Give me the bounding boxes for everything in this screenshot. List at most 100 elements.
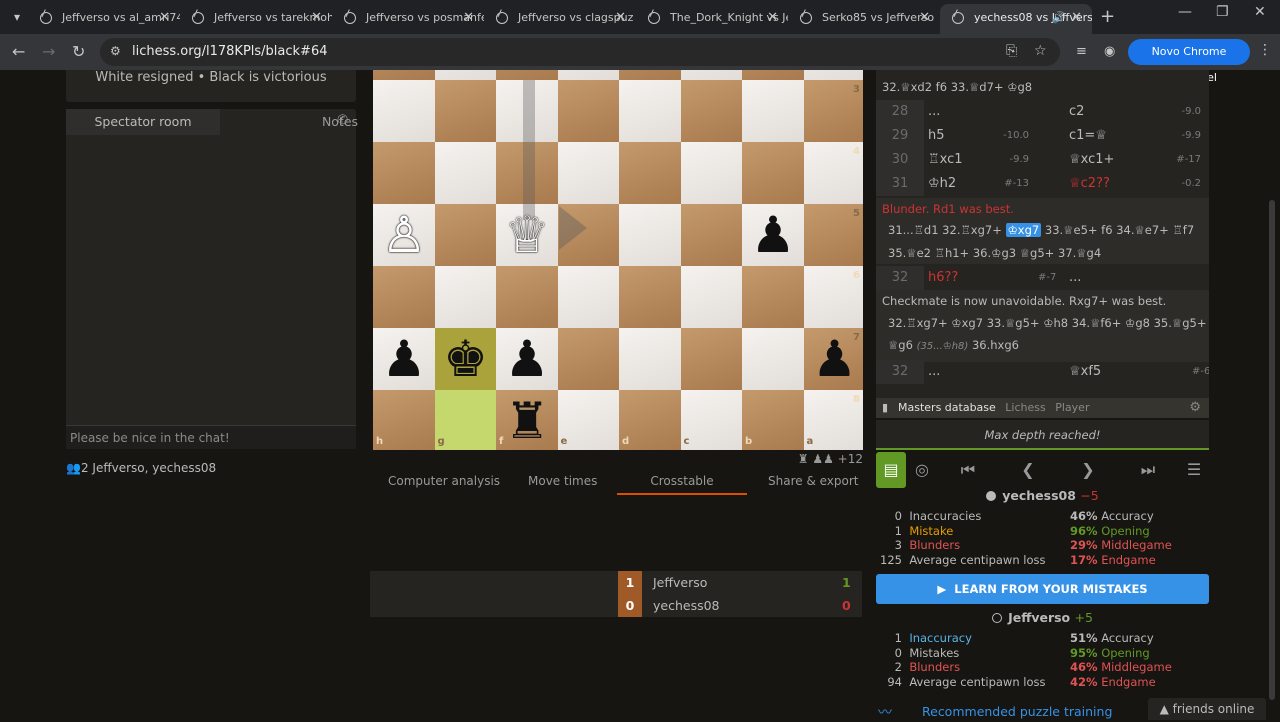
tab-computer-analysis[interactable]: Computer analysis bbox=[388, 474, 500, 488]
new-tab-button[interactable]: + bbox=[1100, 6, 1115, 27]
board-square[interactable] bbox=[557, 142, 620, 204]
board-square[interactable] bbox=[434, 70, 497, 80]
board-square[interactable] bbox=[742, 328, 804, 390]
stat-row[interactable]: 0 Mistakes bbox=[880, 646, 960, 660]
black-pawn-b5[interactable]: ♟ bbox=[742, 204, 804, 266]
stat-row[interactable]: 0 Inaccuracies bbox=[880, 509, 982, 523]
stat-row[interactable]: 1 Mistake bbox=[880, 524, 954, 538]
board-square[interactable] bbox=[742, 70, 804, 80]
tab-share-export[interactable]: Share & export bbox=[768, 474, 859, 488]
close-tab-icon[interactable]: ✕ bbox=[159, 4, 170, 32]
media-control-icon[interactable]: ≡ bbox=[1076, 44, 1087, 59]
scrollbar[interactable] bbox=[1269, 200, 1275, 700]
close-tab-icon[interactable]: ✕ bbox=[919, 4, 930, 32]
variation-line[interactable]: 32.♕xd2 f6 33.♕d7+ ♔g8 bbox=[882, 76, 1032, 98]
board-square[interactable] bbox=[680, 70, 743, 80]
browser-tab[interactable]: Jeffverso vs posmanfel ✕ bbox=[332, 4, 484, 32]
close-window-button[interactable]: ✕ bbox=[1254, 4, 1266, 20]
profile-icon[interactable]: ◉ bbox=[1104, 44, 1115, 59]
move[interactable]: c1=♕ bbox=[1069, 124, 1107, 148]
puzzle-training-link[interactable]: 〰 Recommended puzzle training bbox=[878, 704, 1112, 721]
friends-online-button[interactable]: ▲ friends online bbox=[1148, 698, 1266, 720]
browser-tab[interactable]: Jeffverso vs tarekmohamed✕ bbox=[180, 4, 332, 32]
close-tab-icon[interactable]: ✕ bbox=[311, 4, 322, 32]
forward-button[interactable]: → bbox=[42, 42, 55, 61]
black-king-g7[interactable]: ♚ bbox=[435, 328, 497, 390]
variation-line[interactable]: 32.♖xg7+ ♔xg7 33.♕g5+ ♔h8 34.♕f6+ ♔g8 35… bbox=[888, 312, 1206, 334]
tab-move-times[interactable]: Move times bbox=[528, 474, 597, 488]
chrome-menu-icon[interactable]: ⋮ bbox=[1258, 42, 1272, 58]
tab-spectator-room[interactable]: Spectator room bbox=[66, 109, 220, 135]
board-square[interactable] bbox=[373, 142, 435, 204]
board-square[interactable] bbox=[619, 142, 681, 204]
close-tab-icon[interactable]: ✕ bbox=[1071, 4, 1082, 32]
chess-board[interactable]: 3 4 5 6 7 8 h g f e d c b a ♙ ♕ ♟ ♟ ♚ ♟ ♟ ♜ bbox=[373, 70, 863, 450]
stat-row[interactable]: 125 Average centipawn loss bbox=[880, 553, 1045, 567]
tab-crosstable[interactable]: Crosstable bbox=[617, 474, 747, 495]
back-button[interactable]: ← bbox=[12, 42, 25, 61]
move[interactable]: ♔h2 bbox=[928, 172, 956, 196]
player-name[interactable]: Jeffverso bbox=[1008, 610, 1070, 625]
board-square[interactable] bbox=[680, 390, 743, 450]
install-app-icon[interactable]: ⎘ bbox=[1006, 43, 1017, 59]
board-square[interactable] bbox=[680, 142, 743, 204]
browser-tab[interactable]: Jeffverso vs al_amri74 ✕ bbox=[28, 4, 180, 32]
move[interactable]: c2 bbox=[1069, 100, 1084, 124]
board-square[interactable] bbox=[557, 328, 620, 390]
site-info-icon[interactable]: ⚙ bbox=[110, 44, 121, 58]
chrome-update-button[interactable]: Novo Chrome disponível bbox=[1128, 39, 1250, 84]
move[interactable]: ♕xf5 bbox=[1069, 360, 1101, 384]
board-square[interactable] bbox=[557, 70, 620, 80]
browser-tab[interactable]: yechess08 vs Jeffverso 🔊 ✕ bbox=[940, 4, 1092, 34]
reload-button[interactable]: ↻ bbox=[72, 42, 85, 61]
minimize-button[interactable]: — bbox=[1178, 4, 1192, 20]
close-tab-icon[interactable]: ✕ bbox=[615, 4, 626, 32]
opening-explorer-button[interactable]: ▤ bbox=[876, 452, 906, 488]
move[interactable]: ♖xc1 bbox=[928, 148, 963, 172]
board-square[interactable] bbox=[742, 266, 804, 328]
board-square[interactable] bbox=[680, 266, 743, 328]
move[interactable]: ... bbox=[1069, 266, 1081, 290]
board-square[interactable] bbox=[803, 70, 863, 80]
board-square[interactable] bbox=[434, 266, 497, 328]
board-square[interactable] bbox=[619, 70, 681, 80]
tab-lichess-db[interactable]: Lichess bbox=[1005, 401, 1045, 414]
player-name[interactable]: yechess08 bbox=[1002, 488, 1076, 503]
first-move-button[interactable]: ⏮ bbox=[954, 452, 982, 488]
board-square[interactable] bbox=[434, 142, 497, 204]
stat-row[interactable]: 1 Inaccuracy bbox=[880, 631, 972, 645]
practice-icon[interactable]: ◎ bbox=[908, 452, 936, 488]
last-move-button[interactable]: ⏭ bbox=[1134, 452, 1162, 488]
stat-row[interactable]: 2 Blunders bbox=[880, 660, 960, 674]
browser-tab[interactable]: The_Dork_Knight vs Jeffverso✕ bbox=[636, 4, 788, 32]
board-square[interactable] bbox=[680, 204, 743, 266]
board-square[interactable] bbox=[557, 266, 620, 328]
move[interactable]: ... bbox=[928, 100, 940, 124]
move[interactable]: ♕xc1+ bbox=[1069, 148, 1114, 172]
board-square[interactable] bbox=[619, 266, 681, 328]
board-square[interactable] bbox=[680, 80, 743, 142]
board-square[interactable] bbox=[434, 80, 497, 142]
board-square[interactable] bbox=[373, 80, 435, 142]
variation-line[interactable]: ♕g6 (35...♔h8) 36.hxg6 bbox=[888, 334, 1019, 358]
browser-tab[interactable]: Jeffverso vs clagspuz ✕ bbox=[484, 4, 636, 32]
menu-icon[interactable]: ☰ bbox=[1180, 452, 1208, 488]
tab-search-button[interactable]: ▾ bbox=[6, 6, 28, 28]
close-tab-icon[interactable]: ✕ bbox=[767, 4, 778, 32]
white-queen-f5[interactable]: ♕ bbox=[496, 204, 558, 266]
board-square[interactable] bbox=[619, 80, 681, 142]
move[interactable]: h5 bbox=[928, 124, 945, 148]
board-square[interactable] bbox=[742, 142, 804, 204]
board-square[interactable] bbox=[373, 70, 435, 80]
prev-move-button[interactable]: ❮ bbox=[1014, 452, 1042, 488]
white-pawn-h5[interactable]: ♙ bbox=[373, 204, 435, 266]
player-link[interactable]: Jeffverso bbox=[653, 571, 707, 594]
audio-icon[interactable]: 🔊 bbox=[1052, 4, 1066, 32]
move[interactable]: ♕c2?? bbox=[1069, 172, 1110, 196]
black-pawn-a7[interactable]: ♟ bbox=[804, 328, 864, 390]
black-pawn-h7[interactable]: ♟ bbox=[373, 328, 435, 390]
board-square[interactable] bbox=[742, 80, 804, 142]
learn-from-mistakes-button[interactable]: ▶ LEARN FROM YOUR MISTAKES bbox=[876, 574, 1209, 604]
next-move-button[interactable]: ❯ bbox=[1074, 452, 1102, 488]
board-square[interactable] bbox=[680, 328, 743, 390]
